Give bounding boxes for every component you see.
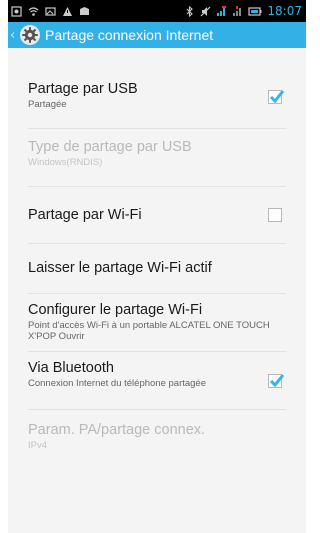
- action-bar[interactable]: ‹ Partage connexion Internet: [8, 22, 306, 48]
- wifi-tethering-checkbox[interactable]: [268, 208, 282, 222]
- page-title: Partage connexion Internet: [45, 27, 214, 43]
- signal-icon-2: [233, 5, 242, 16]
- item-title: Configurer le partage Wi-Fi: [28, 302, 203, 318]
- battery-icon: [248, 6, 262, 16]
- checkmark-icon: [269, 374, 285, 388]
- wifi-tethering-item[interactable]: Partage par Wi-Fi: [28, 187, 286, 244]
- item-summary: IPv4: [28, 440, 48, 451]
- phone-screen: 18:07 ‹ Partage connexion Internet Parta…: [8, 0, 306, 533]
- item-summary: Partagée: [28, 99, 67, 110]
- bluetooth-tethering-item[interactable]: Via Bluetooth Connexion Internet du télé…: [28, 352, 286, 410]
- wifi-icon: [28, 6, 39, 16]
- back-icon[interactable]: ‹: [10, 28, 19, 43]
- item-title: Param. PA/partage connex.: [28, 422, 206, 438]
- clock: 18:07: [267, 4, 302, 18]
- usb-tethering-checkbox[interactable]: [268, 90, 285, 104]
- checkmark-icon: [269, 90, 285, 104]
- hotspot-settings-item: Param. PA/partage connex. IPv4: [28, 410, 286, 468]
- configure-wifi-hotspot-item[interactable]: Configurer le partage Wi-Fi Point d'accè…: [28, 294, 286, 352]
- settings-gear-icon[interactable]: [19, 24, 41, 46]
- warning-icon: [63, 6, 72, 16]
- item-summary: Connexion Internet du téléphone partagée: [28, 378, 206, 389]
- item-title: Type de partage par USB: [28, 139, 192, 155]
- signal-icon: [217, 5, 227, 16]
- bluetooth-icon: [187, 5, 194, 17]
- keep-wifi-tethering-item[interactable]: Laisser le partage Wi-Fi actif: [28, 244, 286, 294]
- mute-icon: [200, 6, 211, 16]
- status-bar: 18:07: [8, 0, 306, 22]
- gallery-icon: [45, 6, 56, 16]
- item-title: Laisser le partage Wi-Fi actif: [28, 260, 212, 276]
- mail-icon: [80, 6, 89, 15]
- usb-tethering-item[interactable]: Partage par USB Partagée: [28, 70, 286, 129]
- item-title: Partage par Wi-Fi: [28, 207, 142, 223]
- settings-list: Partage par USB Partagée Type de partage…: [8, 70, 306, 468]
- notification-icon: [11, 5, 22, 17]
- item-title: Via Bluetooth: [28, 360, 114, 376]
- usb-tethering-type-item: Type de partage par USB Windows(RNDIS): [28, 129, 286, 187]
- item-summary: Windows(RNDIS): [28, 157, 103, 168]
- item-title: Partage par USB: [28, 81, 138, 97]
- bluetooth-tethering-checkbox[interactable]: [268, 374, 285, 388]
- item-summary: Point d'accès Wi-Fi à un portable ALCATE…: [28, 320, 270, 342]
